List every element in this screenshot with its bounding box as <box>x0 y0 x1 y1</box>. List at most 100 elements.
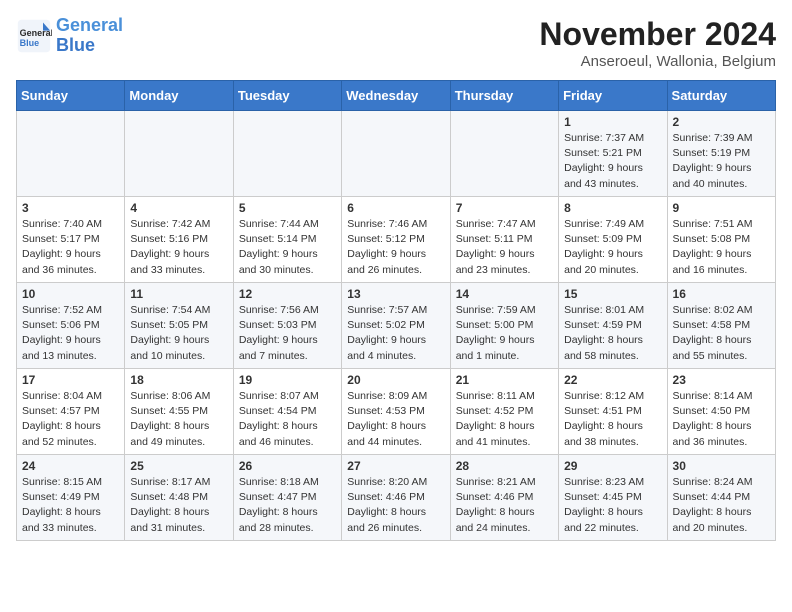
day-number: 10 <box>22 287 119 301</box>
day-number: 11 <box>130 287 227 301</box>
day-cell: 16Sunrise: 8:02 AMSunset: 4:58 PMDayligh… <box>667 283 775 369</box>
calendar-table: SundayMondayTuesdayWednesdayThursdayFrid… <box>16 80 776 541</box>
week-row-1: 1Sunrise: 7:37 AMSunset: 5:21 PMDaylight… <box>17 111 776 197</box>
day-info: Sunrise: 7:47 AMSunset: 5:11 PMDaylight:… <box>456 217 553 278</box>
day-cell: 25 Sunrise: 8:17 AMSunset: 4:48 PMDayligh… <box>125 455 233 541</box>
day-cell: 3 Sunrise: 7:40 AMSunset: 5:17 PMDaylight… <box>17 197 125 283</box>
day-cell: 23 Sunrise: 8:14 AMSunset: 4:50 PMDayligh… <box>667 369 775 455</box>
day-cell: 4 Sunrise: 7:42 AMSunset: 5:16 PMDaylight… <box>125 197 233 283</box>
day-info: Sunrise: 8:07 AMSunset: 4:54 PMDaylight:… <box>239 389 336 450</box>
day-cell: 5 Sunrise: 7:44 AMSunset: 5:14 PMDaylight… <box>233 197 341 283</box>
logo-line1: General <box>56 15 123 35</box>
day-info: Sunrise: 7:54 AMSunset: 5:05 PMDaylight:… <box>130 303 227 364</box>
day-cell: 9 Sunrise: 7:51 AMSunset: 5:08 PMDaylight… <box>667 197 775 283</box>
day-cell <box>233 111 341 197</box>
day-cell: 30Sunrise: 8:24 AMSunset: 4:44 PMDayligh… <box>667 455 775 541</box>
day-number: 9 <box>673 201 770 215</box>
day-number: 25 <box>130 459 227 473</box>
day-info: Sunrise: 8:15 AMSunset: 4:49 PMDaylight:… <box>22 475 119 536</box>
day-number: 26 <box>239 459 336 473</box>
day-info: Sunrise: 7:40 AMSunset: 5:17 PMDaylight:… <box>22 217 119 278</box>
day-info: Sunrise: 8:17 AMSunset: 4:48 PMDaylight:… <box>130 475 227 536</box>
day-number: 22 <box>564 373 661 387</box>
day-cell: 15 Sunrise: 8:01 AMSunset: 4:59 PMDayligh… <box>559 283 667 369</box>
day-cell: 14 Sunrise: 7:59 AMSunset: 5:00 PMDayligh… <box>450 283 558 369</box>
day-info: Sunrise: 8:21 AMSunset: 4:46 PMDaylight:… <box>456 475 553 536</box>
day-info: Sunrise: 8:01 AMSunset: 4:59 PMDaylight:… <box>564 303 661 364</box>
day-cell: 13Sunrise: 7:57 AMSunset: 5:02 PMDayligh… <box>342 283 450 369</box>
day-info: Sunrise: 8:06 AMSunset: 4:55 PMDaylight:… <box>130 389 227 450</box>
logo-icon: General Blue <box>16 18 52 54</box>
day-cell: 10Sunrise: 7:52 AMSunset: 5:06 PMDayligh… <box>17 283 125 369</box>
day-info: Sunrise: 8:04 AMSunset: 4:57 PMDaylight:… <box>22 389 119 450</box>
day-number: 6 <box>347 201 444 215</box>
day-cell: 19 Sunrise: 8:07 AMSunset: 4:54 PMDayligh… <box>233 369 341 455</box>
day-info: Sunrise: 7:39 AMSunset: 5:19 PMDaylight:… <box>673 131 770 192</box>
day-info: Sunrise: 7:46 AMSunset: 5:12 PMDaylight:… <box>347 217 444 278</box>
day-number: 20 <box>347 373 444 387</box>
day-info: Sunrise: 7:51 AMSunset: 5:08 PMDaylight:… <box>673 217 770 278</box>
logo-line2: Blue <box>56 35 95 55</box>
logo: General Blue General Blue <box>16 16 123 56</box>
week-row-3: 10Sunrise: 7:52 AMSunset: 5:06 PMDayligh… <box>17 283 776 369</box>
week-row-2: 3 Sunrise: 7:40 AMSunset: 5:17 PMDaylight… <box>17 197 776 283</box>
day-number: 2 <box>673 115 770 129</box>
col-header-friday: Friday <box>559 81 667 111</box>
col-header-wednesday: Wednesday <box>342 81 450 111</box>
day-info: Sunrise: 8:09 AMSunset: 4:53 PMDaylight:… <box>347 389 444 450</box>
day-number: 29 <box>564 459 661 473</box>
day-info: Sunrise: 8:14 AMSunset: 4:50 PMDaylight:… <box>673 389 770 450</box>
day-cell: 17 Sunrise: 8:04 AMSunset: 4:57 PMDayligh… <box>17 369 125 455</box>
day-info: Sunrise: 7:49 AMSunset: 5:09 PMDaylight:… <box>564 217 661 278</box>
title-block: November 2024 Anseroeul, Wallonia, Belgi… <box>539 16 776 70</box>
day-number: 27 <box>347 459 444 473</box>
day-cell: 11 Sunrise: 7:54 AMSunset: 5:05 PMDayligh… <box>125 283 233 369</box>
day-number: 3 <box>22 201 119 215</box>
day-info: Sunrise: 8:12 AMSunset: 4:51 PMDaylight:… <box>564 389 661 450</box>
day-number: 18 <box>130 373 227 387</box>
day-cell: 8Sunrise: 7:49 AMSunset: 5:09 PMDaylight… <box>559 197 667 283</box>
day-number: 28 <box>456 459 553 473</box>
day-info: Sunrise: 8:11 AMSunset: 4:52 PMDaylight:… <box>456 389 553 450</box>
day-cell: 24 Sunrise: 8:15 AMSunset: 4:49 PMDayligh… <box>17 455 125 541</box>
day-cell: 1Sunrise: 7:37 AMSunset: 5:21 PMDaylight… <box>559 111 667 197</box>
day-number: 24 <box>22 459 119 473</box>
day-cell: 27 Sunrise: 8:20 AMSunset: 4:46 PMDayligh… <box>342 455 450 541</box>
day-number: 21 <box>456 373 553 387</box>
col-header-tuesday: Tuesday <box>233 81 341 111</box>
day-info: Sunrise: 8:20 AMSunset: 4:46 PMDaylight:… <box>347 475 444 536</box>
day-number: 7 <box>456 201 553 215</box>
header: General Blue General Blue November 2024 … <box>16 16 776 70</box>
day-number: 19 <box>239 373 336 387</box>
svg-text:Blue: Blue <box>20 38 40 48</box>
page: General Blue General Blue November 2024 … <box>0 0 792 557</box>
day-info: Sunrise: 8:24 AMSunset: 4:44 PMDaylight:… <box>673 475 770 536</box>
day-cell <box>450 111 558 197</box>
day-cell: 2 Sunrise: 7:39 AMSunset: 5:19 PMDaylight… <box>667 111 775 197</box>
day-cell: 20 Sunrise: 8:09 AMSunset: 4:53 PMDayligh… <box>342 369 450 455</box>
day-info: Sunrise: 7:57 AMSunset: 5:02 PMDaylight:… <box>347 303 444 364</box>
day-number: 23 <box>673 373 770 387</box>
logo-text: General Blue <box>56 16 123 56</box>
day-info: Sunrise: 7:37 AMSunset: 5:21 PMDaylight:… <box>564 131 661 192</box>
day-info: Sunrise: 7:42 AMSunset: 5:16 PMDaylight:… <box>130 217 227 278</box>
week-row-4: 17 Sunrise: 8:04 AMSunset: 4:57 PMDayligh… <box>17 369 776 455</box>
day-number: 17 <box>22 373 119 387</box>
col-header-monday: Monday <box>125 81 233 111</box>
month-title: November 2024 <box>539 16 776 53</box>
day-cell: 22 Sunrise: 8:12 AMSunset: 4:51 PMDayligh… <box>559 369 667 455</box>
day-number: 4 <box>130 201 227 215</box>
day-cell: 29 Sunrise: 8:23 AMSunset: 4:45 PMDayligh… <box>559 455 667 541</box>
day-number: 14 <box>456 287 553 301</box>
day-cell <box>17 111 125 197</box>
day-cell: 18 Sunrise: 8:06 AMSunset: 4:55 PMDayligh… <box>125 369 233 455</box>
col-header-saturday: Saturday <box>667 81 775 111</box>
day-info: Sunrise: 8:23 AMSunset: 4:45 PMDaylight:… <box>564 475 661 536</box>
day-number: 5 <box>239 201 336 215</box>
day-info: Sunrise: 7:44 AMSunset: 5:14 PMDaylight:… <box>239 217 336 278</box>
day-info: Sunrise: 8:02 AMSunset: 4:58 PMDaylight:… <box>673 303 770 364</box>
day-cell: 6 Sunrise: 7:46 AMSunset: 5:12 PMDaylight… <box>342 197 450 283</box>
day-number: 15 <box>564 287 661 301</box>
day-info: Sunrise: 7:59 AMSunset: 5:00 PMDaylight:… <box>456 303 553 364</box>
day-info: Sunrise: 8:18 AMSunset: 4:47 PMDaylight:… <box>239 475 336 536</box>
